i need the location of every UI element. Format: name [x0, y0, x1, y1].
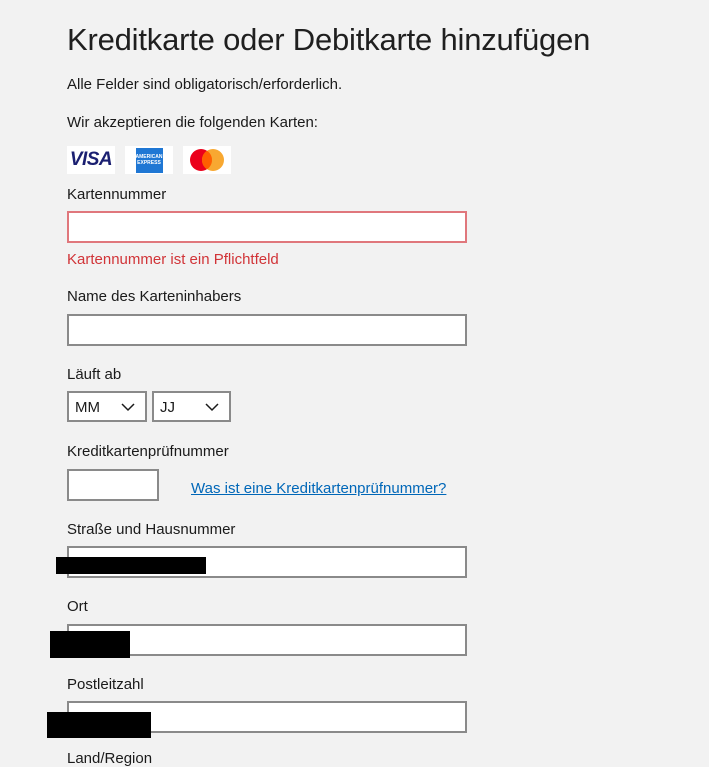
required-note: Alle Felder sind obligatorisch/erforderl…: [67, 76, 343, 93]
page-title: Kreditkarte oder Debitkarte hinzufügen: [67, 22, 591, 57]
mastercard-logo: [183, 146, 231, 174]
cvv-input[interactable]: [67, 469, 159, 501]
cardholder-input[interactable]: [67, 314, 467, 346]
redaction-bar: [56, 557, 206, 574]
expiry-month-value: MM: [75, 399, 100, 416]
expiry-year-value: JJ: [160, 399, 175, 416]
card-number-input[interactable]: [67, 211, 467, 243]
expiry-month-select[interactable]: MM: [67, 391, 147, 422]
chevron-down-icon: [205, 403, 219, 412]
accepted-cards-label: Wir akzeptieren die folgenden Karten:: [67, 114, 318, 131]
chevron-down-icon: [121, 403, 135, 412]
accepted-cards: VISA AMERICAN EXPRESS: [67, 146, 231, 174]
redaction-bar: [47, 712, 151, 738]
expiry-label: Läuft ab: [67, 366, 122, 383]
cvv-label: Kreditkartenprüfnummer: [67, 443, 229, 460]
visa-logo: VISA: [67, 146, 115, 174]
amex-logo: AMERICAN EXPRESS: [125, 146, 173, 174]
street-label: Straße und Hausnummer: [67, 521, 236, 538]
card-number-error: Kartennummer ist ein Pflichtfeld: [67, 251, 279, 268]
cardholder-label: Name des Karteninhabers: [67, 288, 242, 305]
card-number-label: Kartennummer: [67, 186, 167, 203]
redaction-bar: [50, 631, 130, 658]
expiry-year-select[interactable]: JJ: [152, 391, 231, 422]
cvv-help-link[interactable]: Was ist eine Kreditkartenprüfnummer?: [191, 480, 446, 497]
postal-code-label: Postleitzahl: [67, 676, 144, 693]
country-label: Land/Region: [67, 750, 153, 767]
city-label: Ort: [67, 598, 88, 615]
